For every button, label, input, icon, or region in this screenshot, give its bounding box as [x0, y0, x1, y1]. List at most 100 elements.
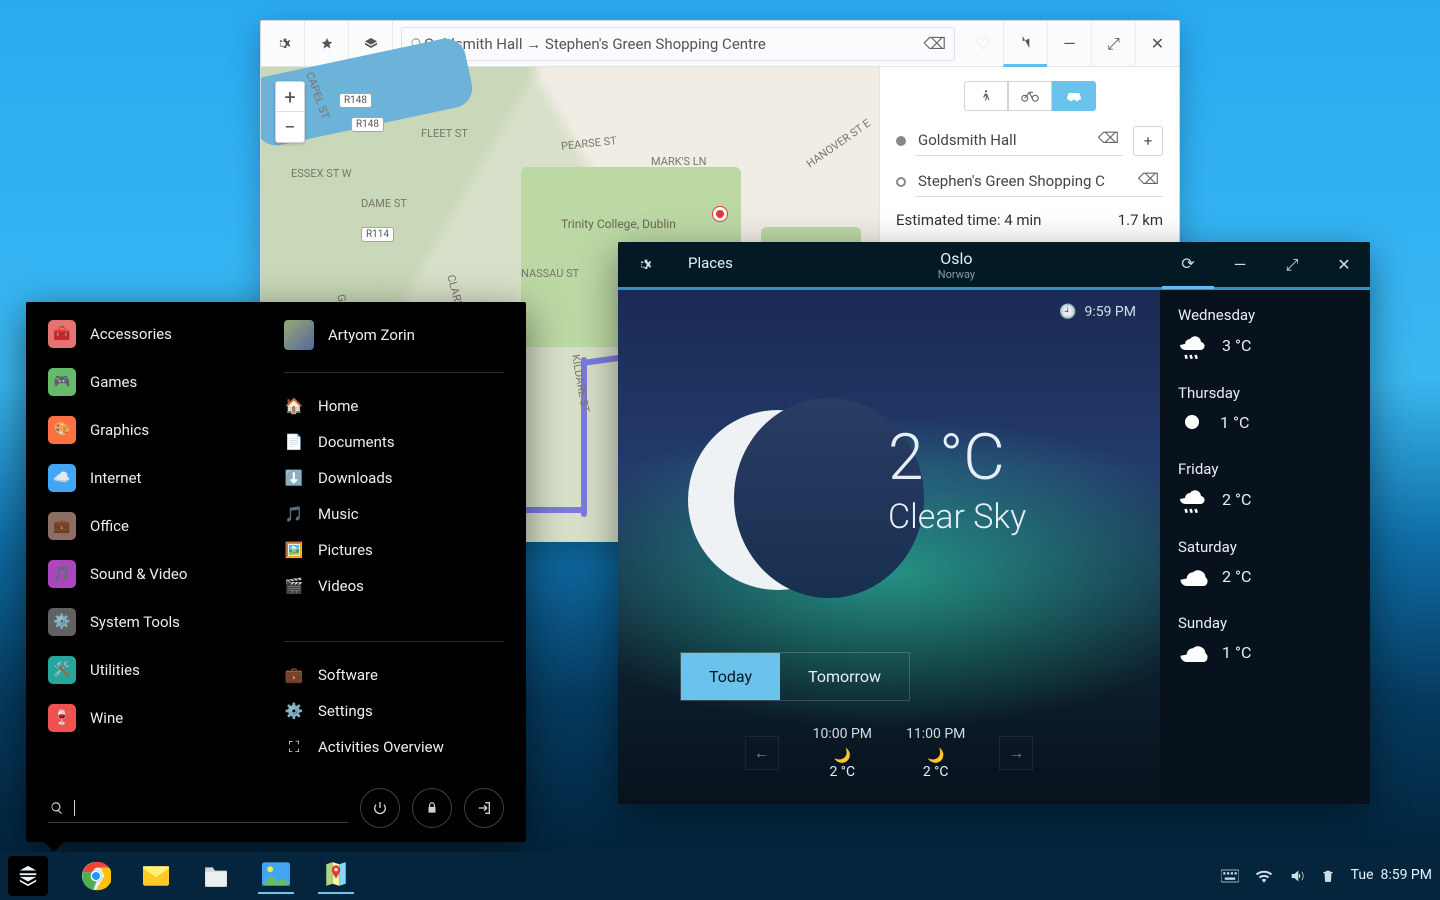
category-icon: 💼	[48, 512, 76, 540]
category-games[interactable]: 🎮Games	[48, 368, 248, 396]
action-software[interactable]: 💼Software	[284, 666, 504, 684]
close-button[interactable]: ✕	[1135, 21, 1179, 67]
hourly-slot: 11:00 PM 🌙 2 °C	[906, 726, 965, 780]
settings-button[interactable]	[261, 21, 305, 67]
wifi-icon[interactable]	[1255, 869, 1273, 883]
forecast-sunday: Sunday1 °C	[1178, 614, 1352, 666]
weather-close-button[interactable]: ✕	[1318, 242, 1370, 289]
tab-today[interactable]: Today	[681, 653, 780, 700]
folder-icon: 🖼️	[284, 541, 304, 559]
category-icon: 🧰	[48, 320, 76, 348]
action-settings[interactable]: ⚙️Settings	[284, 702, 504, 720]
mail-icon[interactable]	[138, 858, 174, 894]
folder-icon: 🎵	[284, 505, 304, 523]
hourly-prev-button[interactable]: ←	[745, 736, 779, 770]
origin-input[interactable]: Goldsmith Hall ⌫	[916, 125, 1123, 156]
category-label: Games	[90, 373, 137, 391]
destination-input[interactable]: Stephen's Green Shopping C ⌫	[916, 166, 1163, 197]
caret	[74, 800, 75, 816]
category-label: System Tools	[90, 613, 180, 631]
mode-car[interactable]	[1052, 81, 1096, 111]
category-icon: 🛠️	[48, 656, 76, 684]
destination-marker	[713, 207, 727, 221]
forecast-day: Saturday	[1178, 538, 1352, 556]
keyboard-icon[interactable]	[1221, 869, 1239, 883]
zoom-in-button[interactable]: +	[276, 82, 304, 112]
search-icon	[50, 801, 64, 815]
trash-icon[interactable]	[1321, 868, 1335, 884]
search-text: Goldsmith Hall → Stephen's Green Shoppin…	[424, 35, 923, 53]
moon-small-icon: 🌙	[906, 748, 965, 764]
category-graphics[interactable]: 🎨Graphics	[48, 416, 248, 444]
category-wine[interactable]: 🍷Wine	[48, 704, 248, 732]
action-icon: ⛶	[284, 738, 304, 756]
moon-small-icon: 🌙	[813, 748, 872, 764]
user-name: Artyom Zorin	[328, 326, 415, 344]
logout-button[interactable]	[464, 788, 504, 828]
category-accessories[interactable]: 🧰 Accessories	[48, 320, 248, 348]
maximize-button[interactable]: ⤢	[1091, 21, 1135, 67]
action-label: Activities Overview	[318, 738, 444, 756]
start-button[interactable]	[8, 856, 48, 896]
places-tab[interactable]: Places	[670, 254, 751, 275]
clear-destination-icon[interactable]: ⌫	[1138, 170, 1159, 188]
city-label: Oslo Norway	[751, 249, 1162, 281]
maps-app-icon[interactable]	[318, 858, 354, 894]
photos-icon[interactable]	[258, 858, 294, 894]
hourly-next-button[interactable]: →	[999, 736, 1033, 770]
menu-search-input[interactable]	[48, 794, 348, 823]
refresh-button[interactable]: ⟳	[1162, 242, 1214, 289]
place-pictures[interactable]: 🖼️ Pictures	[284, 541, 504, 559]
category-sound-video[interactable]: 🎵Sound & Video	[48, 560, 248, 588]
zoom-out-button[interactable]: −	[276, 112, 304, 142]
mode-bike[interactable]	[1008, 81, 1052, 111]
directions-button[interactable]	[1003, 21, 1047, 67]
category-internet[interactable]: ☁️Internet	[48, 464, 248, 492]
minimize-button[interactable]: —	[1047, 21, 1091, 67]
folder-icon: 🏠	[284, 397, 304, 415]
place-videos[interactable]: 🎬Videos	[284, 577, 504, 595]
user-item[interactable]: Artyom Zorin	[284, 320, 504, 350]
forecast-temp: 2 °C	[1222, 490, 1251, 509]
place-label: Music	[318, 505, 359, 523]
category-utilities[interactable]: 🛠️Utilities	[48, 656, 248, 684]
forecast-day: Wednesday	[1178, 306, 1352, 324]
folder-icon: 📄	[284, 433, 304, 451]
place-documents[interactable]: 📄Documents	[284, 433, 504, 451]
mode-walk[interactable]	[964, 81, 1008, 111]
tab-tomorrow[interactable]: Tomorrow	[780, 653, 909, 700]
action-activities-overview[interactable]: ⛶ Activities Overview	[284, 738, 504, 756]
category-label: Accessories	[90, 325, 172, 343]
place-downloads[interactable]: ⬇️Downloads	[284, 469, 504, 487]
clear-search-icon[interactable]: ⌫	[923, 34, 946, 53]
files-icon[interactable]	[198, 858, 234, 894]
weather-minimize-button[interactable]: —	[1214, 242, 1266, 289]
clock[interactable]: Tue 8:59 PM	[1351, 868, 1432, 883]
place-label: Pictures	[318, 541, 373, 559]
estimated-time: Estimated time: 4 min	[896, 211, 1041, 229]
add-stop-button[interactable]: +	[1133, 126, 1163, 156]
lock-button[interactable]	[412, 788, 452, 828]
category-icon: 🍷	[48, 704, 76, 732]
weather-maximize-button[interactable]: ⤢	[1266, 242, 1318, 289]
search-field[interactable]: Goldsmith Hall → Stephen's Green Shoppin…	[401, 27, 955, 61]
category-label: Sound & Video	[90, 565, 187, 583]
place-music[interactable]: 🎵 Music	[284, 505, 504, 523]
category-icon: 🎨	[48, 416, 76, 444]
volume-icon[interactable]	[1289, 868, 1305, 884]
weather-main: 🕘 9:59 PM 2 °C Clear Sky Today Tomorrow …	[618, 290, 1160, 804]
category-icon: ⚙️	[48, 608, 76, 636]
place-home[interactable]: 🏠Home	[284, 397, 504, 415]
action-label: Software	[318, 666, 378, 684]
forecast-thursday: Thursday1 °C	[1178, 384, 1352, 436]
power-button[interactable]	[360, 788, 400, 828]
category-system-tools[interactable]: ⚙️ System Tools	[48, 608, 248, 636]
browser-icon[interactable]	[78, 858, 114, 894]
category-label: Office	[90, 517, 129, 535]
weather-window: Places Oslo Norway ⟳ — ⤢ ✕ 🕘 9:59 PM 2 °…	[618, 242, 1370, 804]
distance: 1.7 km	[1118, 211, 1163, 229]
clear-origin-icon[interactable]: ⌫	[1098, 129, 1119, 147]
favorite-button[interactable]: ♡	[963, 34, 1003, 53]
category-office[interactable]: 💼 Office	[48, 512, 248, 540]
weather-settings-button[interactable]	[618, 242, 670, 289]
